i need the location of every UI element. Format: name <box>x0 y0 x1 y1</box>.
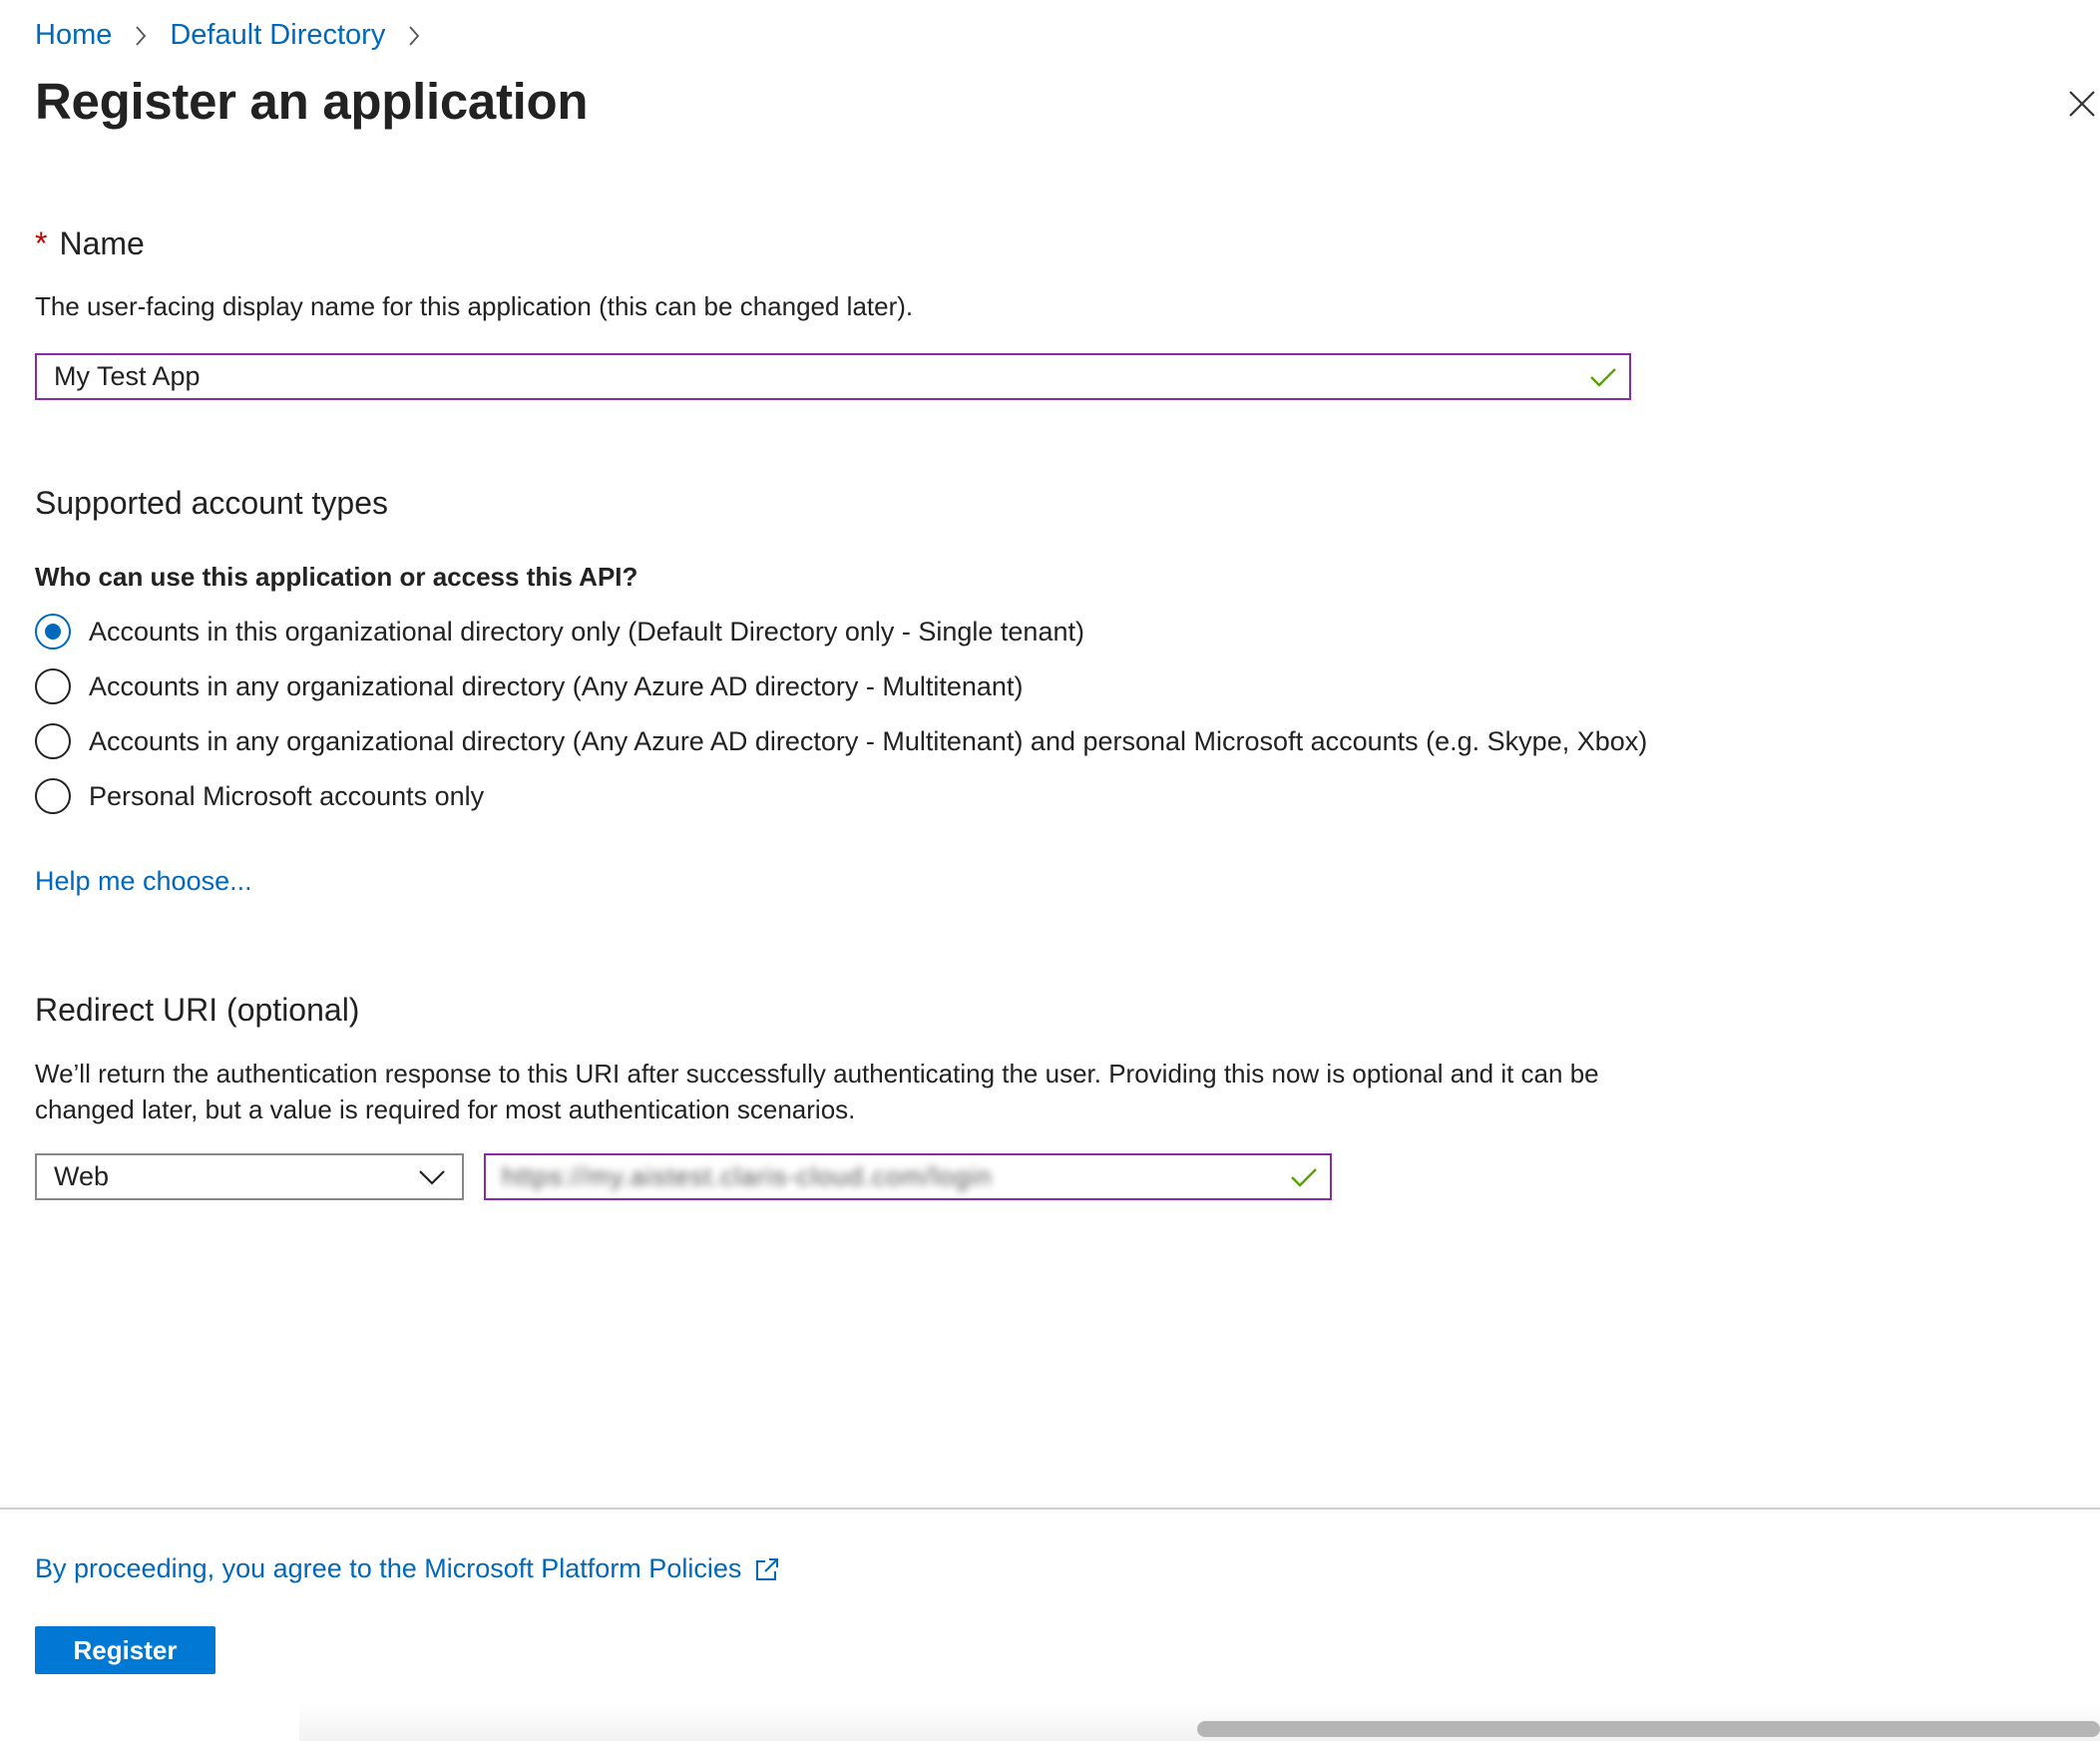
radio-label: Accounts in this organizational director… <box>89 616 1084 647</box>
checkmark-icon <box>1291 1167 1317 1187</box>
radio-option-multitenant-personal[interactable]: Accounts in any organizational directory… <box>35 723 1647 759</box>
name-label-text: Name <box>59 225 145 261</box>
radio-button[interactable] <box>35 668 71 704</box>
radio-label: Personal Microsoft accounts only <box>89 780 485 811</box>
horizontal-scrollbar-thumb[interactable] <box>1197 1721 2100 1737</box>
breadcrumb-default-directory-link[interactable]: Default Directory <box>170 19 385 52</box>
radio-button-selected[interactable] <box>35 614 71 650</box>
radio-option-single-tenant[interactable]: Accounts in this organizational director… <box>35 614 1084 650</box>
footer-divider <box>0 1508 2100 1510</box>
help-me-choose-link[interactable]: Help me choose... <box>35 866 252 897</box>
account-types-question: Who can use this application or access t… <box>35 562 638 592</box>
radio-option-multitenant[interactable]: Accounts in any organizational directory… <box>35 668 1023 704</box>
name-input[interactable]: My Test App <box>35 353 1631 400</box>
radio-label: Accounts in any organizational directory… <box>89 670 1024 701</box>
breadcrumb-home-link[interactable]: Home <box>35 19 112 52</box>
register-application-blade: Home Default Directory Register an appli… <box>0 0 2100 1741</box>
redirect-uri-description: We’ll return the authentication response… <box>35 1059 1599 1124</box>
name-field-label: * Name <box>35 225 145 262</box>
platform-select[interactable]: Web <box>35 1153 464 1200</box>
external-link-icon <box>756 1557 779 1580</box>
platform-policies-link-text: By proceeding, you agree to the Microsof… <box>35 1553 742 1583</box>
account-types-heading: Supported account types <box>35 485 389 521</box>
redirect-uri-heading: Redirect URI (optional) <box>35 992 360 1028</box>
chevron-right-icon <box>399 21 429 51</box>
radio-label: Accounts in any organizational directory… <box>89 725 1648 756</box>
page-title: Register an application <box>35 73 589 130</box>
radio-button[interactable] <box>35 723 71 759</box>
radio-option-personal-only[interactable]: Personal Microsoft accounts only <box>35 778 484 814</box>
chevron-down-icon <box>419 1170 445 1185</box>
close-button[interactable] <box>2062 84 2100 124</box>
platform-policies-link[interactable]: By proceeding, you agree to the Microsof… <box>35 1553 781 1584</box>
breadcrumb: Home Default Directory <box>35 19 443 52</box>
radio-button[interactable] <box>35 778 71 814</box>
redirect-uri-input[interactable]: https://my.aistest.claris-cloud.com/logi… <box>484 1153 1332 1200</box>
name-description: The user-facing display name for this ap… <box>35 291 914 321</box>
register-button[interactable]: Register <box>35 1626 215 1674</box>
checkmark-icon <box>1590 367 1616 387</box>
platform-select-value: Web <box>54 1161 110 1191</box>
redirect-uri-value: https://my.aistest.claris-cloud.com/logi… <box>502 1161 993 1191</box>
name-input-value: My Test App <box>54 361 201 391</box>
chevron-right-icon <box>126 21 156 51</box>
close-icon <box>2069 91 2095 117</box>
required-marker: * <box>35 225 48 261</box>
